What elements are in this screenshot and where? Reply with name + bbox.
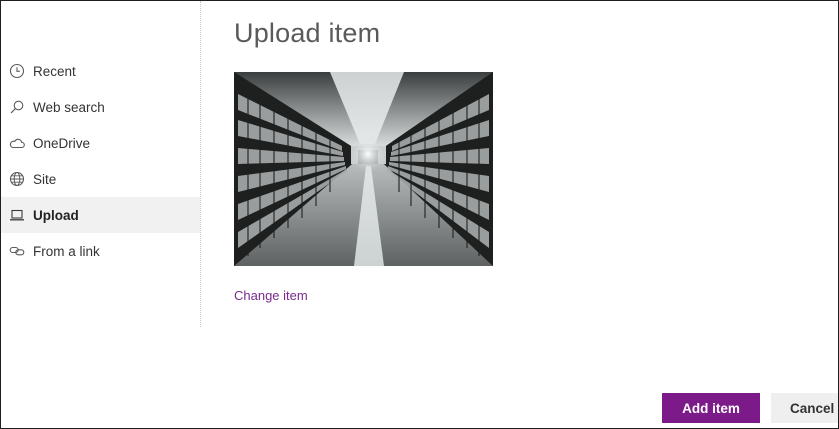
link-icon xyxy=(9,243,25,259)
cancel-button[interactable]: Cancel xyxy=(771,393,838,423)
page-title: Upload item xyxy=(234,18,381,48)
nav-item-from-link[interactable]: From a link xyxy=(1,233,200,269)
nav-item-label: Upload xyxy=(33,207,79,223)
laptop-icon xyxy=(9,207,25,223)
upload-dialog: Recent Web search OneDrive Site Upload F… xyxy=(0,0,839,429)
nav-item-web-search[interactable]: Web search xyxy=(1,89,200,125)
nav-item-label: Recent xyxy=(33,63,76,79)
nav-item-label: Web search xyxy=(33,99,105,115)
library-aisle-photo xyxy=(234,72,493,266)
nav-item-upload[interactable]: Upload xyxy=(1,197,200,233)
source-nav-list: Recent Web search OneDrive Site Upload F… xyxy=(1,53,200,269)
search-icon xyxy=(9,99,25,115)
source-sidebar: Recent Web search OneDrive Site Upload F… xyxy=(1,1,201,327)
clock-icon xyxy=(9,63,25,79)
nav-item-label: OneDrive xyxy=(33,135,91,151)
add-item-button[interactable]: Add item xyxy=(662,393,760,423)
nav-item-onedrive[interactable]: OneDrive xyxy=(1,125,200,161)
nav-item-label: Site xyxy=(33,171,57,187)
nav-item-site[interactable]: Site xyxy=(1,161,200,197)
globe-icon xyxy=(9,171,25,187)
nav-item-recent[interactable]: Recent xyxy=(1,53,200,89)
uploaded-image-preview xyxy=(234,72,493,266)
change-item-link[interactable]: Change item xyxy=(234,288,308,303)
nav-item-label: From a link xyxy=(33,243,100,259)
cloud-icon xyxy=(9,135,25,151)
